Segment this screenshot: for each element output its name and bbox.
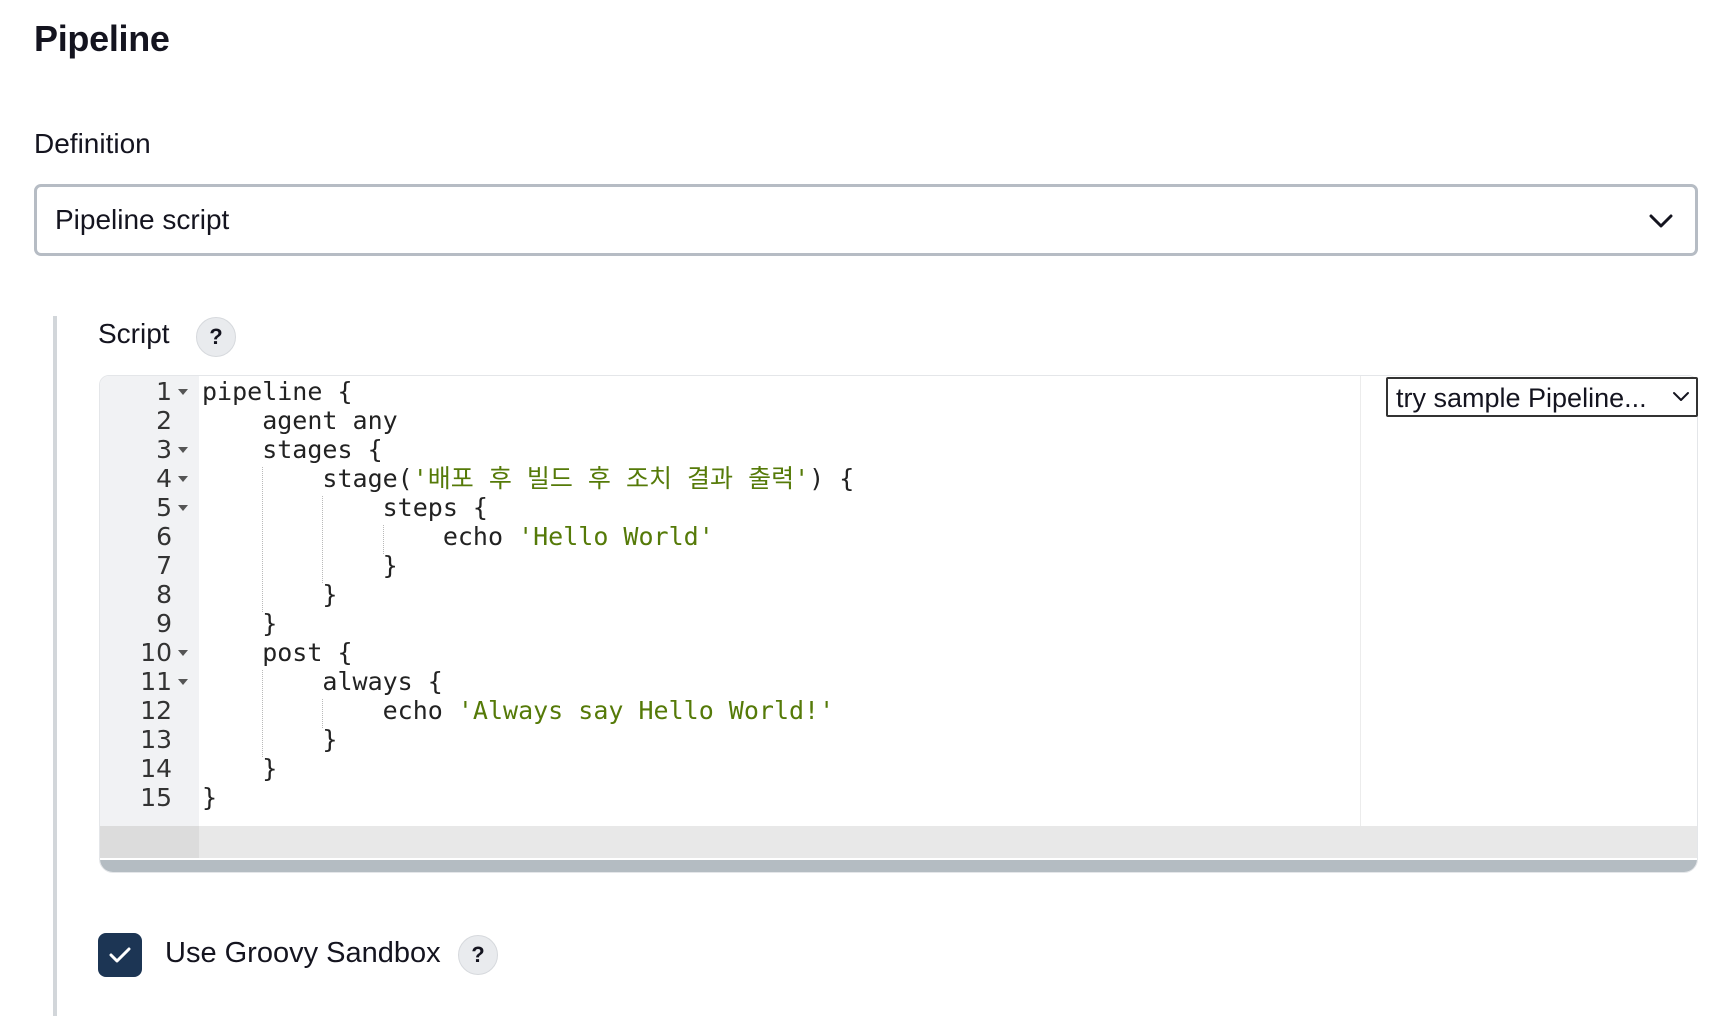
code-line[interactable]: 6 echo 'Hello World' xyxy=(100,521,1697,553)
code-text: } xyxy=(202,753,277,785)
code-line[interactable]: 3 stages { xyxy=(100,434,1697,466)
groovy-sandbox-label: Use Groovy Sandbox xyxy=(165,937,441,969)
active-line-highlight xyxy=(100,826,1697,858)
code-token: } xyxy=(202,609,278,638)
code-token: always { xyxy=(202,667,443,696)
line-number: 7 xyxy=(156,551,172,580)
code-text: stages { xyxy=(202,434,383,466)
fold-toggle-icon[interactable] xyxy=(178,447,188,453)
string-literal: 'Always say Hello World!' xyxy=(457,696,835,725)
fold-toggle-icon[interactable] xyxy=(178,505,188,511)
definition-select[interactable]: Pipeline script xyxy=(34,184,1698,256)
line-number: 14 xyxy=(140,754,172,783)
line-number: 4 xyxy=(156,464,172,493)
indent-guide xyxy=(382,525,384,554)
line-number: 1 xyxy=(156,377,172,406)
code-text: } xyxy=(202,608,277,640)
code-line[interactable]: 9 } xyxy=(100,608,1697,640)
definition-select-value: Pipeline script xyxy=(55,204,230,235)
chevron-down-icon xyxy=(1673,392,1689,401)
line-number: 10 xyxy=(140,638,172,667)
string-literal: 'Hello World' xyxy=(518,522,714,551)
line-number: 8 xyxy=(156,580,172,609)
code-token: } xyxy=(202,551,398,580)
code-token: } xyxy=(202,580,338,609)
fold-toggle-icon[interactable] xyxy=(178,650,188,656)
checkmark-icon xyxy=(109,947,131,963)
line-number: 13 xyxy=(140,725,172,754)
code-text: stage('배포 후 빌드 후 조치 결과 출력') { xyxy=(202,463,854,495)
code-line[interactable]: 15} xyxy=(100,782,1697,814)
line-number: 2 xyxy=(156,406,172,435)
code-token: ) { xyxy=(809,464,855,493)
sample-pipeline-select-value: try sample Pipeline... xyxy=(1396,383,1647,413)
code-token: steps { xyxy=(202,493,488,522)
code-text: } xyxy=(202,579,337,611)
code-line[interactable]: 13 } xyxy=(100,724,1697,756)
active-gutter-highlight xyxy=(100,826,199,858)
code-text: agent any xyxy=(202,405,398,437)
fold-toggle-icon[interactable] xyxy=(178,679,188,685)
fold-toggle-icon[interactable] xyxy=(178,476,188,482)
line-number: 12 xyxy=(140,696,172,725)
line-number: 5 xyxy=(156,493,172,522)
code-token: stage( xyxy=(202,464,413,493)
code-token: } xyxy=(202,754,278,783)
groovy-sandbox-checkbox[interactable] xyxy=(98,933,142,977)
code-line[interactable]: 5 steps { xyxy=(100,492,1697,524)
code-text: } xyxy=(202,782,217,814)
line-number: 11 xyxy=(140,667,172,696)
code-token: agent any xyxy=(202,406,398,435)
indent-guide xyxy=(262,467,264,612)
line-number: 9 xyxy=(156,609,172,638)
code-line[interactable]: 11 always { xyxy=(100,666,1697,698)
definition-label: Definition xyxy=(34,128,151,159)
sandbox-help-button[interactable]: ? xyxy=(458,935,498,975)
code-token: } xyxy=(202,783,218,812)
fold-toggle-icon[interactable] xyxy=(178,389,188,395)
section-rail xyxy=(53,316,57,1016)
code-text: echo 'Always say Hello World!' xyxy=(202,695,835,727)
script-label: Script xyxy=(98,318,170,349)
indent-guide xyxy=(322,699,324,728)
code-token: echo xyxy=(202,522,519,551)
code-text: steps { xyxy=(202,492,488,524)
code-token: stages { xyxy=(202,435,383,464)
code-line[interactable]: 8 } xyxy=(100,579,1697,611)
code-token: } xyxy=(202,725,338,754)
code-line[interactable]: 7 } xyxy=(100,550,1697,582)
horizontal-scrollbar[interactable] xyxy=(100,860,1697,872)
code-text: echo 'Hello World' xyxy=(202,521,714,553)
code-token: echo xyxy=(202,696,458,725)
code-text: always { xyxy=(202,666,443,698)
code-text: } xyxy=(202,550,398,582)
code-text: post { xyxy=(202,637,353,669)
script-help-button[interactable]: ? xyxy=(196,317,236,357)
code-token: { xyxy=(337,377,353,406)
line-number: 3 xyxy=(156,435,172,464)
script-editor[interactable]: 1 pipeline {2 agent any 3 stages {4 stage(… xyxy=(99,375,1698,873)
code-line[interactable]: 12 echo 'Always say Hello World!' xyxy=(100,695,1697,727)
line-number: 15 xyxy=(140,783,172,812)
code-line[interactable]: 14 } xyxy=(100,753,1697,785)
sample-pipeline-select[interactable]: try sample Pipeline... xyxy=(1386,377,1698,417)
indent-guide xyxy=(262,670,264,757)
page-title: Pipeline xyxy=(34,18,170,59)
indent-guide xyxy=(322,496,324,583)
code-text: } xyxy=(202,724,337,756)
code-line[interactable]: 10 post { xyxy=(100,637,1697,669)
code-text: pipeline { xyxy=(202,376,353,408)
code-token: post { xyxy=(202,638,353,667)
code-token: pipeline xyxy=(202,377,338,406)
code-line[interactable]: 4 stage('배포 후 빌드 후 조치 결과 출력') { xyxy=(100,463,1697,495)
string-literal: '배포 후 빌드 후 조치 결과 출력' xyxy=(412,464,810,493)
line-number: 6 xyxy=(156,522,172,551)
chevron-down-icon xyxy=(1649,214,1673,228)
